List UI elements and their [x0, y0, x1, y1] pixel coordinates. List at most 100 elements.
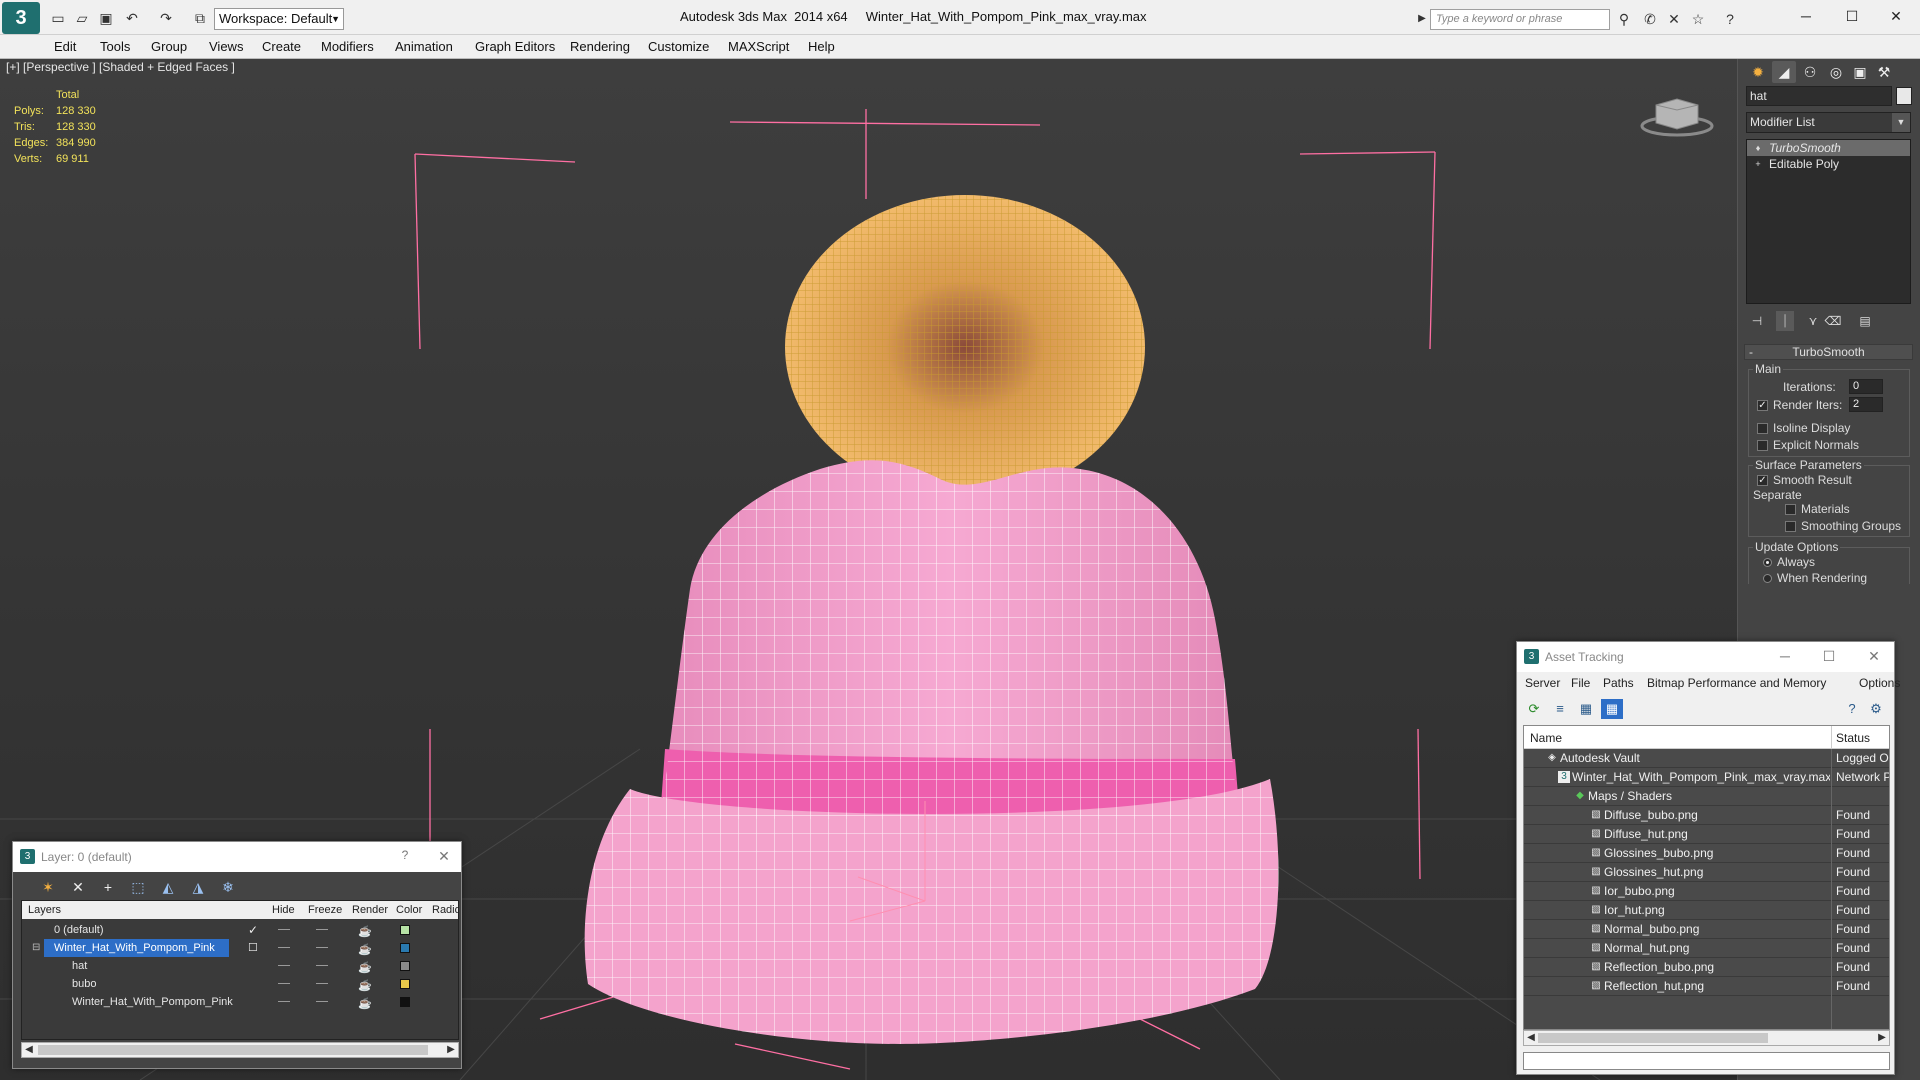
- app-logo-button[interactable]: 3: [2, 2, 40, 34]
- menu-create[interactable]: Create: [262, 39, 301, 54]
- motion-tab-icon[interactable]: ◎: [1824, 61, 1848, 83]
- minimize-icon[interactable]: ─: [1786, 4, 1826, 28]
- asset-menu-server[interactable]: Server: [1525, 676, 1560, 690]
- freeze-toggle[interactable]: [316, 929, 328, 930]
- highlight-layer-icon[interactable]: ◭: [157, 877, 179, 897]
- settings-icon[interactable]: ⚙: [1865, 699, 1887, 719]
- pin-stack-icon[interactable]: ⊣: [1748, 311, 1766, 331]
- scroll-right-icon[interactable]: ▶: [444, 1043, 458, 1057]
- asset-menu-file[interactable]: File: [1571, 676, 1590, 690]
- freeze-toggle[interactable]: [316, 965, 328, 966]
- materials-checkbox[interactable]: [1785, 504, 1796, 515]
- table-row[interactable]: ▧ Ior_bubo.png Found: [1524, 882, 1889, 901]
- column-name[interactable]: Name: [1530, 731, 1562, 745]
- new-file-icon[interactable]: ▭: [48, 8, 68, 28]
- isoline-checkbox[interactable]: [1757, 423, 1768, 434]
- explicit-normals-checkbox[interactable]: [1757, 440, 1768, 451]
- project-folder-icon[interactable]: ⧉: [190, 8, 210, 28]
- asset-menu-paths[interactable]: Paths: [1603, 676, 1634, 690]
- search-expand-icon[interactable]: ▶: [1412, 9, 1432, 29]
- close-icon[interactable]: ✕: [1876, 4, 1916, 28]
- layer-row[interactable]: 0 (default) ✓ ☕: [22, 921, 458, 939]
- always-radio[interactable]: [1763, 558, 1772, 567]
- expand-plus-icon[interactable]: +: [1753, 159, 1763, 169]
- menu-maxscript[interactable]: MAXScript: [728, 39, 789, 54]
- menu-rendering[interactable]: Rendering: [570, 39, 630, 54]
- asset-tracking-titlebar[interactable]: 3 Asset Tracking ─ ☐ ✕: [1517, 642, 1894, 672]
- help-icon[interactable]: ?: [1841, 699, 1863, 719]
- list-view-icon[interactable]: ≡: [1549, 699, 1571, 719]
- viewcube[interactable]: [1640, 93, 1714, 137]
- layer-manager-titlebar[interactable]: 3 Layer: 0 (default) ? ✕: [13, 842, 461, 872]
- freeze-all-icon[interactable]: ❄: [217, 877, 239, 897]
- column-layers[interactable]: Layers: [28, 904, 61, 916]
- table-row[interactable]: ▧ Glossines_hut.png Found: [1524, 863, 1889, 882]
- modify-tab-icon[interactable]: ◢: [1772, 61, 1796, 83]
- delete-layer-icon[interactable]: ✕: [67, 877, 89, 897]
- configure-sets-icon[interactable]: ▤: [1856, 311, 1874, 331]
- utilities-tab-icon[interactable]: ⚒: [1872, 61, 1896, 83]
- render-teapot-icon[interactable]: ☕: [358, 995, 372, 1013]
- object-color-swatch[interactable]: [1896, 87, 1912, 105]
- column-freeze[interactable]: Freeze: [308, 904, 342, 916]
- scroll-right-icon[interactable]: ▶: [1875, 1031, 1889, 1045]
- workspace-dropdown[interactable]: Workspace: Default ▼: [214, 8, 344, 30]
- menu-modifiers[interactable]: Modifiers: [321, 39, 374, 54]
- layer-row-selected[interactable]: ⊟ Winter_Hat_With_Pompom_Pink ☐ ☕: [22, 939, 458, 957]
- freeze-toggle[interactable]: [316, 947, 328, 948]
- maximize-icon[interactable]: ☐: [1832, 4, 1872, 28]
- column-divider[interactable]: [1831, 726, 1832, 749]
- menu-graph-editors[interactable]: Graph Editors: [475, 39, 555, 54]
- lightbulb-icon[interactable]: ♦: [1753, 143, 1763, 153]
- add-to-layer-icon[interactable]: +: [97, 877, 119, 897]
- column-hide[interactable]: Hide: [272, 904, 295, 916]
- menu-customize[interactable]: Customize: [648, 39, 709, 54]
- modifier-list-dropdown[interactable]: Modifier List ▼: [1746, 112, 1911, 133]
- redo-icon[interactable]: ↷: [156, 8, 176, 28]
- close-icon[interactable]: ✕: [1864, 648, 1884, 665]
- exchange-icon[interactable]: ✕: [1664, 9, 1684, 29]
- table-view-icon[interactable]: ▦: [1601, 699, 1623, 719]
- menu-edit[interactable]: Edit: [54, 39, 76, 54]
- binoculars-icon[interactable]: ⚲: [1614, 9, 1634, 29]
- table-row[interactable]: ▧ Ior_hut.png Found: [1524, 901, 1889, 920]
- menu-tools[interactable]: Tools: [100, 39, 130, 54]
- table-row[interactable]: ◈ Autodesk Vault Logged O: [1524, 749, 1889, 768]
- smooth-result-checkbox[interactable]: ✓: [1757, 475, 1768, 486]
- object-name-field[interactable]: hat: [1746, 86, 1892, 106]
- favorites-star-icon[interactable]: ☆: [1688, 9, 1708, 29]
- object-row[interactable]: hat ☕: [22, 957, 458, 975]
- close-button[interactable]: ✕: [434, 848, 454, 865]
- table-row[interactable]: ▧ Normal_bubo.png Found: [1524, 920, 1889, 939]
- hierarchy-tab-icon[interactable]: ⚇: [1798, 61, 1822, 83]
- render-iters-spinner[interactable]: 2: [1849, 397, 1883, 412]
- table-row[interactable]: ▧ Glossines_bubo.png Found: [1524, 844, 1889, 863]
- hide-toggle[interactable]: [278, 1001, 290, 1002]
- active-layer-check-icon[interactable]: ✓: [248, 921, 258, 939]
- scroll-thumb[interactable]: [1538, 1033, 1768, 1043]
- menu-animation[interactable]: Animation: [395, 39, 453, 54]
- table-row[interactable]: ▧ Reflection_hut.png Found: [1524, 977, 1889, 996]
- hide-toggle[interactable]: [278, 947, 290, 948]
- menu-group[interactable]: Group: [151, 39, 187, 54]
- create-tab-icon[interactable]: ✹: [1746, 61, 1770, 83]
- stack-item-turbosmooth[interactable]: ♦ TurboSmooth: [1747, 140, 1910, 156]
- scroll-left-icon[interactable]: ◀: [22, 1043, 36, 1057]
- column-radiosity[interactable]: Radio: [432, 904, 458, 916]
- undo-icon[interactable]: ↶: [122, 8, 142, 28]
- rollout-header[interactable]: - TurboSmooth: [1744, 344, 1913, 360]
- hide-all-icon[interactable]: ◮: [187, 877, 209, 897]
- table-row[interactable]: ▧ Diffuse_hut.png Found: [1524, 825, 1889, 844]
- viewport-label[interactable]: [+] [Perspective ] [Shaded + Edged Faces…: [6, 60, 235, 74]
- open-file-icon[interactable]: ▱: [72, 8, 92, 28]
- render-iters-checkbox[interactable]: ✓: [1757, 400, 1768, 411]
- asset-horizontal-scrollbar[interactable]: ◀ ▶: [1523, 1030, 1890, 1046]
- expand-collapse-icon[interactable]: ⊟: [32, 939, 40, 957]
- create-layer-icon[interactable]: ✶: [37, 877, 59, 897]
- hide-toggle[interactable]: [278, 929, 290, 930]
- freeze-toggle[interactable]: [316, 1001, 328, 1002]
- object-color-swatch[interactable]: [400, 997, 410, 1007]
- communication-icon[interactable]: ✆: [1640, 9, 1660, 29]
- save-icon[interactable]: ▣: [96, 8, 116, 28]
- smoothing-groups-checkbox[interactable]: [1785, 521, 1796, 532]
